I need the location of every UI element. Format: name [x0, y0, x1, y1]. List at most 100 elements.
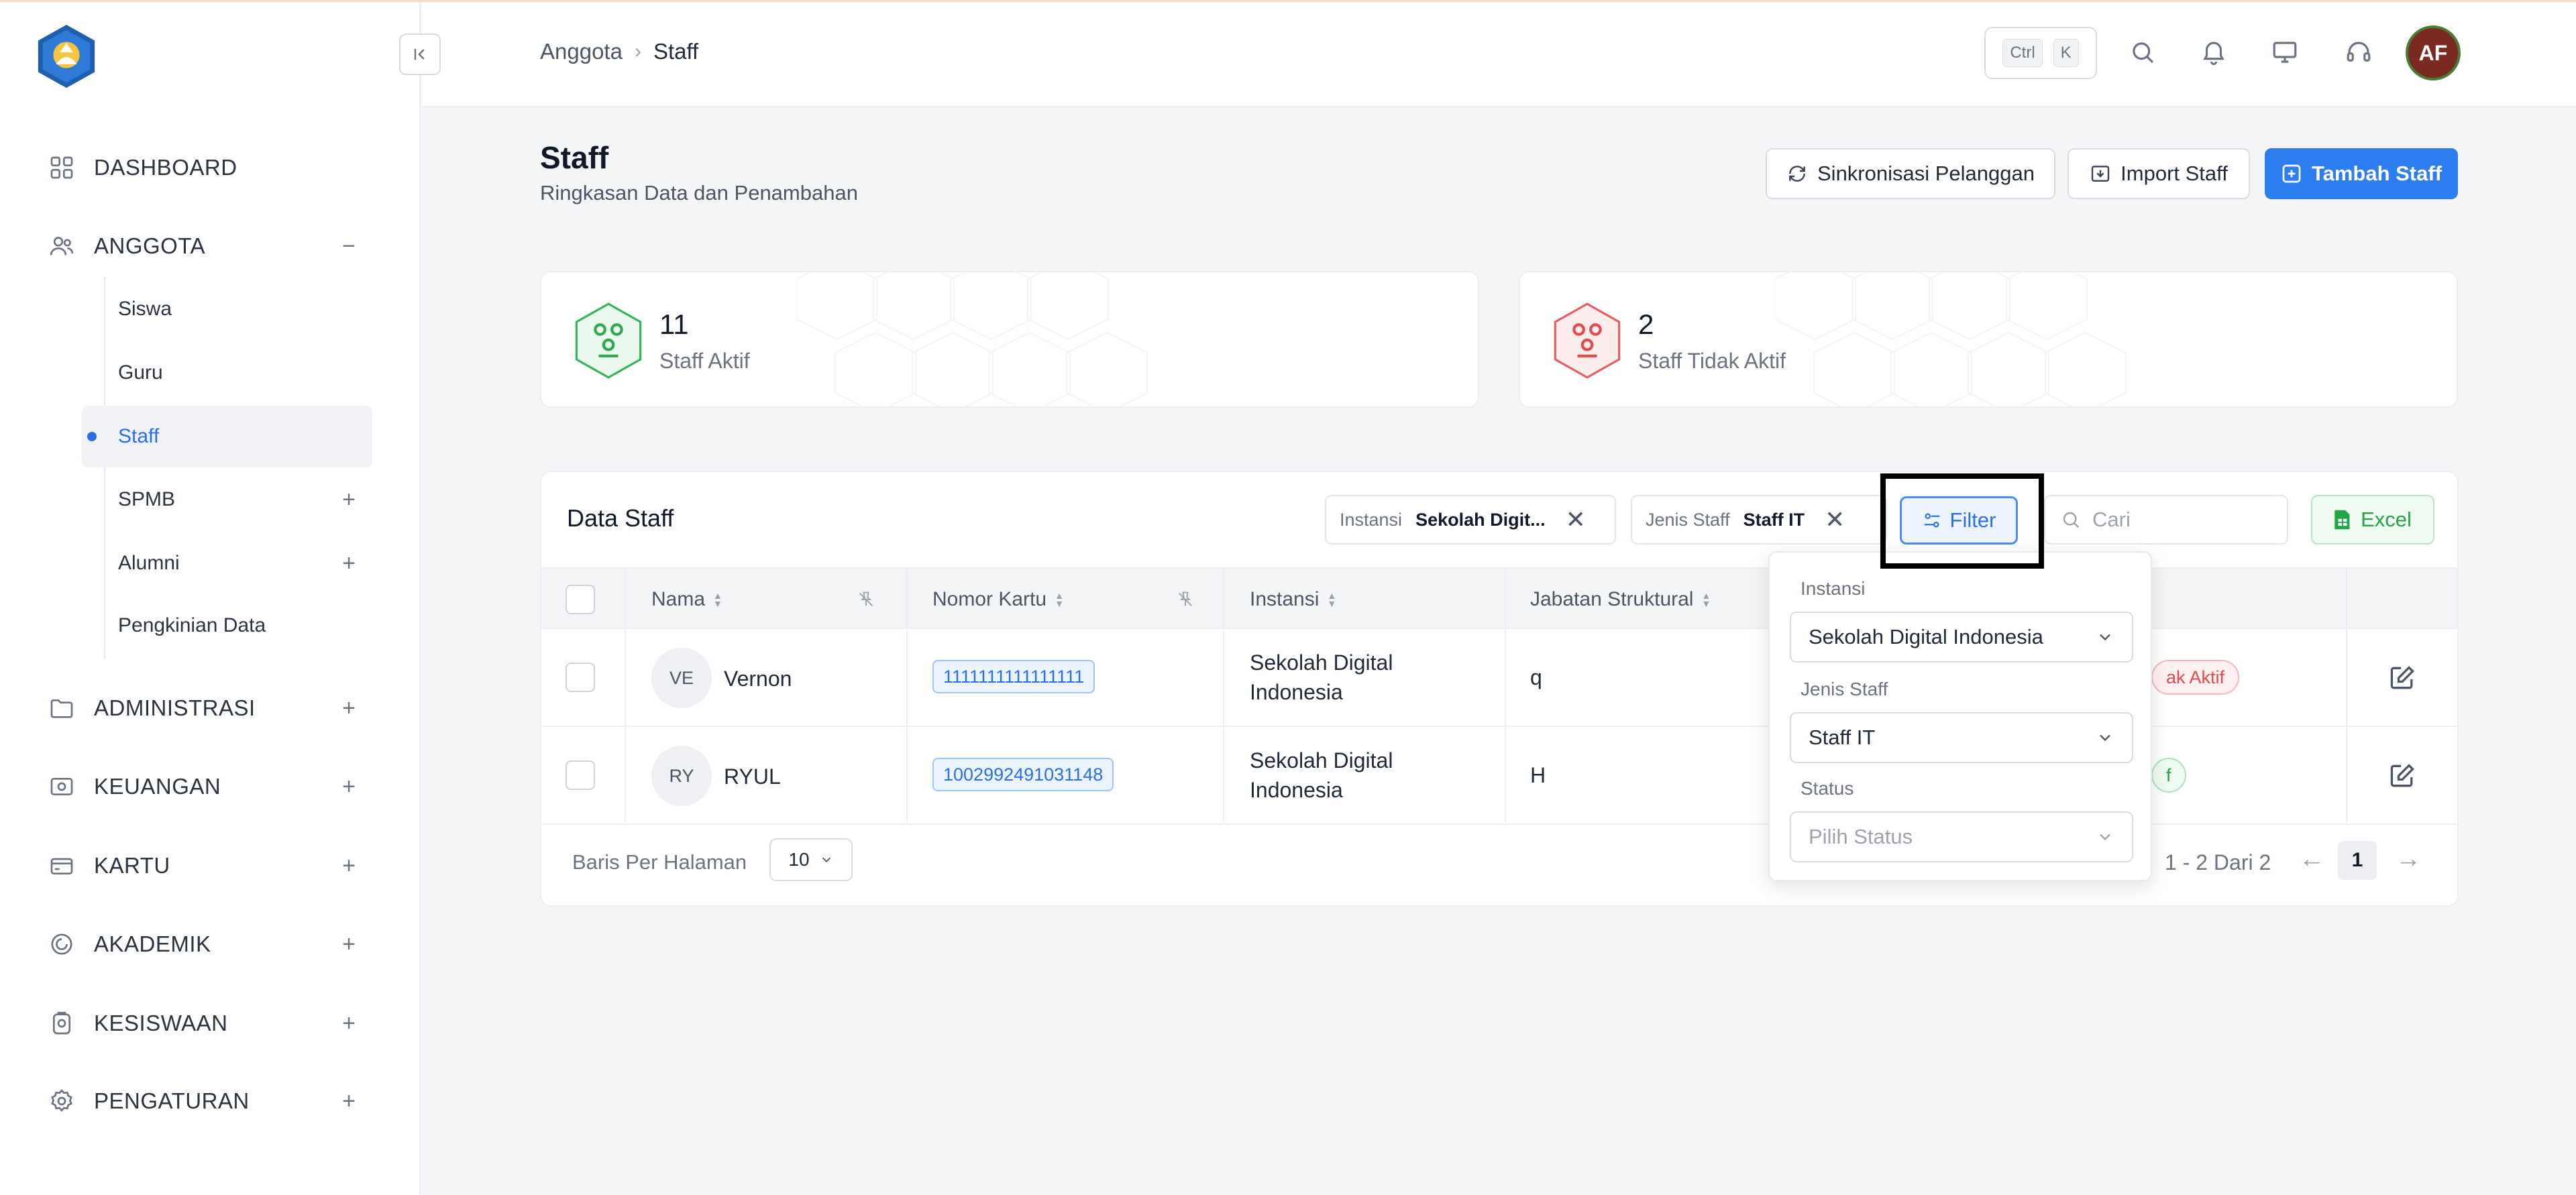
instansi-select[interactable]: Sekolah Digital Indonesia [1790, 612, 2133, 663]
folder-icon [47, 693, 76, 723]
subitem-label: Siswa [118, 298, 172, 320]
sidebar-item-keuangan[interactable]: KEUANGAN [47, 766, 221, 807]
sort-icon[interactable]: ▲ ▼ [1327, 591, 1336, 608]
expand-akademik-icon[interactable]: + [335, 931, 362, 958]
table-row[interactable]: VE Vernon 1111111111111111 Sekolah Digit… [541, 629, 2457, 727]
sidebar-subitem-siswa[interactable]: Siswa [82, 278, 372, 340]
avatar: VE [651, 648, 712, 708]
breadcrumb-parent[interactable]: Anggota [540, 39, 623, 64]
sidebar-item-label: ADMINISTRASI [94, 695, 256, 720]
sidebar-item-label: KARTU [94, 853, 170, 878]
spreadsheet-icon [2334, 510, 2350, 530]
expand-administrasi-icon[interactable]: + [335, 695, 362, 722]
command-palette-shortcut[interactable]: Ctrl K [1984, 27, 2097, 79]
headset-icon[interactable] [2341, 35, 2376, 70]
close-icon[interactable]: ✕ [1825, 506, 1845, 534]
instansi-line1: Sekolah Digital [1250, 748, 1393, 773]
sidebar-item-pengaturan[interactable]: PENGATURAN [47, 1081, 250, 1121]
search-icon[interactable] [2125, 35, 2160, 70]
plus-square-icon [2282, 164, 2301, 183]
sidebar-item-akademik[interactable]: AKADEMIK [47, 924, 211, 964]
monitor-icon[interactable] [2267, 35, 2302, 70]
sort-icon[interactable]: ▲ ▼ [1701, 591, 1711, 608]
chevron-down-icon [822, 857, 830, 863]
unpin-nomor-kartu-icon[interactable] [1176, 569, 1195, 630]
expand-kartu-icon[interactable]: + [335, 852, 362, 879]
collapse-sidebar-button[interactable] [399, 34, 441, 75]
search-input[interactable] [2092, 508, 2280, 532]
expand-alumni-icon[interactable]: + [335, 550, 362, 577]
rows-per-page-select[interactable]: 10 [769, 838, 853, 881]
sidebar-item-anggota[interactable]: ANGGOTA [47, 226, 205, 266]
dashboard-grid-icon [47, 153, 76, 182]
subitem-label: SPMB [118, 488, 176, 510]
hexagon-pattern [1775, 272, 2127, 406]
expand-pengaturan-icon[interactable]: + [335, 1088, 362, 1115]
expand-kesiswaan-icon[interactable]: + [335, 1010, 362, 1037]
select-all-cell [566, 569, 595, 630]
chevron-down-icon [2100, 634, 2110, 641]
sidebar-item-dashboard[interactable]: DASHBOARD [47, 148, 237, 188]
column-header-nama[interactable]: Nama ▲ ▼ [651, 569, 722, 630]
jenis-staff-select[interactable]: Staff IT [1790, 712, 2133, 763]
export-excel-button[interactable]: Excel [2311, 495, 2434, 545]
import-staff-button[interactable]: Import Staff [2068, 148, 2250, 199]
status-select[interactable]: Pilih Status [1790, 811, 2133, 862]
add-staff-button[interactable]: Tambah Staff [2265, 148, 2458, 199]
sync-customers-button[interactable]: Sinkronisasi Pelanggan [1766, 148, 2055, 199]
table-header: Nama ▲ ▼ Nomor Kartu ▲ ▼ Instansi ▲ ▼ Jabat… [541, 567, 2457, 630]
sidebar-subitem-guru[interactable]: Guru [82, 342, 372, 404]
page-1-button[interactable]: 1 [2338, 841, 2377, 880]
logo[interactable] [34, 23, 99, 89]
rows-per-page-value: 10 [788, 849, 810, 870]
user-avatar[interactable]: AF [2406, 25, 2461, 80]
sidebar-item-kartu[interactable]: KARTU [47, 846, 170, 886]
prev-page-icon[interactable]: ← [2299, 845, 2324, 874]
collapse-anggota-icon[interactable]: − [335, 233, 362, 260]
table-row[interactable]: RY RYUL 1002992491031148 Sekolah Digital… [541, 727, 2457, 825]
chip-key: Jenis Staff [1646, 509, 1730, 530]
expand-keuangan-icon[interactable]: + [335, 773, 362, 800]
edit-icon[interactable] [2387, 761, 2417, 791]
academic-icon [47, 929, 76, 959]
chevron-down-icon [2100, 834, 2110, 841]
column-header-nomor-kartu[interactable]: Nomor Kartu ▲ ▼ [932, 569, 1064, 630]
sidebar-item-administrasi[interactable]: ADMINISTRASI [47, 688, 256, 728]
column-label: Jabatan Struktural [1530, 588, 1694, 610]
active-staff-count: 11 [659, 308, 689, 340]
row-checkbox[interactable] [566, 663, 595, 692]
gear-icon [47, 1086, 76, 1116]
edit-icon[interactable] [2387, 663, 2417, 693]
row-checkbox[interactable] [566, 760, 595, 790]
collapse-left-icon [414, 48, 425, 60]
sidebar-subitem-staff[interactable]: Staff [82, 406, 372, 467]
sidebar-item-label: AKADEMIK [94, 931, 211, 956]
expand-spmb-icon[interactable]: + [335, 486, 362, 513]
select-all-checkbox[interactable] [566, 585, 595, 614]
sidebar-subitem-alumni[interactable]: Alumni [82, 532, 372, 594]
bell-icon[interactable] [2196, 35, 2231, 70]
next-page-icon[interactable]: → [2396, 845, 2421, 874]
badge-icon [47, 1009, 76, 1038]
instansi-line2: Indonesia [1250, 778, 1343, 802]
download-icon [2091, 166, 2110, 182]
active-dot [87, 432, 97, 441]
inactive-staff-count: 2 [1638, 308, 1654, 340]
close-icon[interactable]: ✕ [1566, 506, 1586, 534]
page-subtitle: Ringkasan Data dan Penambahan [540, 181, 858, 205]
column-header-instansi[interactable]: Instansi ▲ ▼ [1250, 569, 1336, 630]
chip-value: Staff IT [1743, 509, 1805, 530]
status-label: Status [1801, 778, 1854, 799]
card-number-badge: 1111111111111111 [932, 660, 1095, 693]
column-header-jabatan-struktural[interactable]: Jabatan Struktural ▲ ▼ [1530, 569, 1711, 630]
column-label: Nomor Kartu [932, 588, 1047, 610]
sidebar-subitem-pengkinian-data[interactable]: Pengkinian Data [82, 595, 372, 657]
sort-icon[interactable]: ▲ ▼ [713, 591, 722, 608]
jabatan-value: q [1530, 665, 1542, 689]
sort-icon[interactable]: ▲ ▼ [1055, 591, 1064, 608]
sidebar-item-kesiswaan[interactable]: KESISWAAN [47, 1003, 228, 1043]
unpin-nama-icon[interactable] [857, 569, 875, 630]
sidebar-subitem-spmb[interactable]: SPMB [82, 469, 372, 530]
search-field[interactable] [2044, 495, 2288, 545]
highlight-box [1880, 473, 2044, 569]
